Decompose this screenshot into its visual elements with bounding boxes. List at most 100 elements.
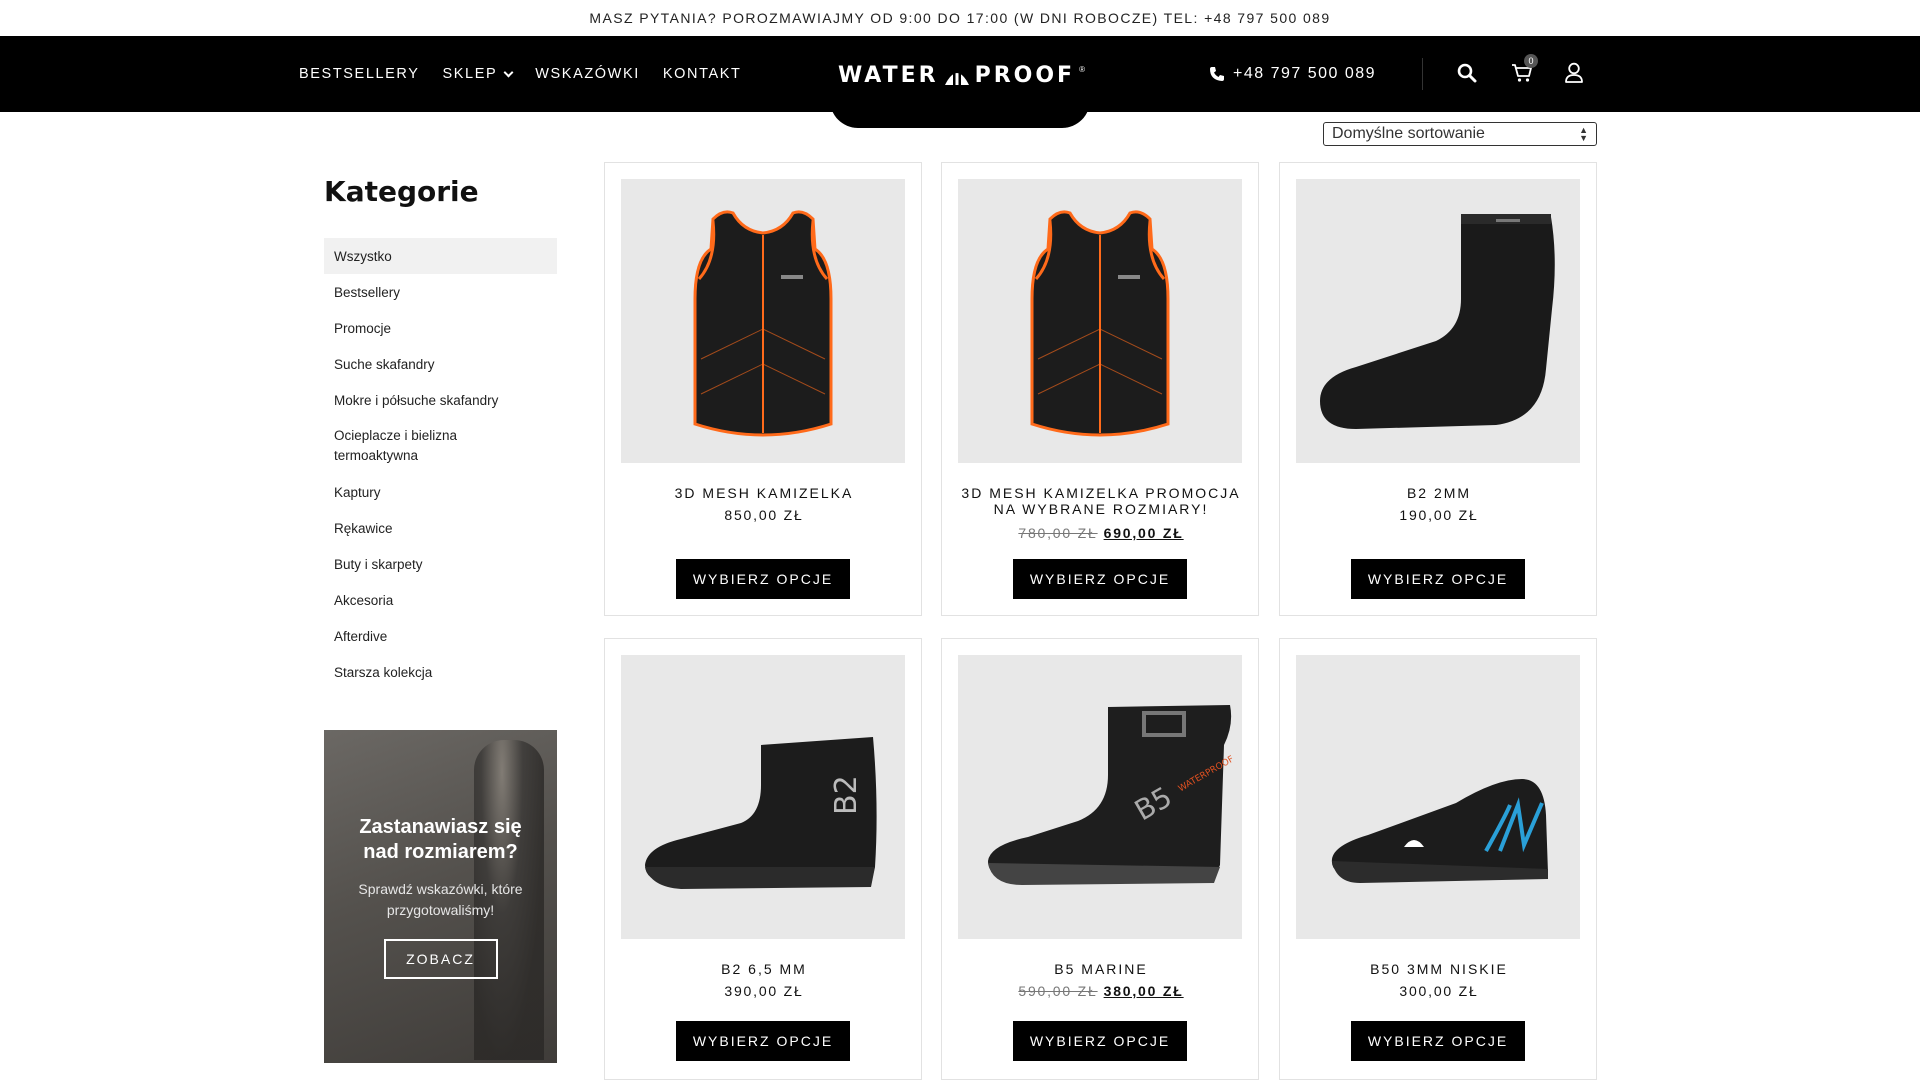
category-item-ocieplacze[interactable]: Ocieplacze i bielizna termoaktywna [324,418,557,474]
category-label: Suche skafandry [334,356,435,372]
choose-options-button[interactable]: WYBIERZ OPCJE [1013,1021,1187,1061]
logo-text-left: WATER [838,62,939,88]
category-item-wszystko[interactable]: Wszystko [324,238,557,274]
account-button[interactable] [1559,58,1589,88]
logo[interactable]: WATER PROOF ® [838,62,1085,88]
product-card: B5 WATERPROOF B5 MARINE 590,00 ZŁ 380,00 … [941,638,1259,1080]
category-item-buty-skarpety[interactable]: Buty i skarpety [324,546,557,582]
svg-text:B2: B2 [829,775,864,815]
search-icon [1457,63,1477,83]
product-name[interactable]: B50 3MM NISKIE [1290,961,1588,977]
category-label: Wszystko [334,248,392,264]
logo-mark-icon [944,71,969,85]
vest-image-icon [693,210,833,437]
choose-options-button[interactable]: WYBIERZ OPCJE [1351,1021,1525,1061]
user-icon [1565,62,1583,83]
header-separator [1422,58,1423,90]
product-image[interactable] [1296,655,1580,939]
logo-tab [830,100,1090,128]
product-name[interactable]: 3D MESH KAMIZELKA PROMOCJA NA WYBRANE RO… [952,485,1250,517]
product-card: B2 B2 6,5 MM 390,00 ZŁ WYBIERZ OPCJE [604,638,922,1080]
sock-image-icon [1320,214,1555,429]
choose-options-button[interactable]: WYBIERZ OPCJE [676,559,850,599]
registered-mark: ® [1079,64,1085,74]
category-label: Afterdive [334,628,388,644]
sort-arrows-icon: ▲ ▼ [1579,125,1588,143]
promo-text: Sprawdź wskazówki, które przygotowaliśmy… [358,881,523,918]
main-nav: BESTSELLERY SKLEP WSKAZÓWKI KONTAKT [299,36,741,112]
category-item-starsza-kolekcja[interactable]: Starsza kolekcja [324,654,557,690]
product-name[interactable]: B2 6,5 MM [615,961,913,977]
price-value: 300,00 ZŁ [1399,983,1479,999]
product-image[interactable] [958,179,1242,463]
product-price: 590,00 ZŁ 380,00 ZŁ [942,983,1260,999]
promo-zobacz-button[interactable]: ZOBACZ [383,939,498,979]
chevron-down-icon [503,67,514,77]
category-item-rekawice[interactable]: Rękawice [324,510,557,546]
category-item-mokre-skafandry[interactable]: Mokre i półsuche skafandry [324,382,557,418]
category-label: Ocieplacze i bielizna termoaktywna [334,428,458,463]
product-card: B50 3MM NISKIE 300,00 ZŁ WYBIERZ OPCJE [1279,638,1597,1080]
product-image[interactable]: B2 [621,655,905,939]
cart-count-badge: 0 [1524,54,1538,68]
category-label: Buty i skarpety [334,556,423,572]
choose-options-button[interactable]: WYBIERZ OPCJE [1013,559,1187,599]
search-button[interactable] [1452,58,1482,88]
category-item-afterdive[interactable]: Afterdive [324,618,557,654]
nav-label: WSKAZÓWKI [535,66,640,82]
product-price: 190,00 ZŁ [1280,507,1598,523]
header-phone[interactable]: +48 797 500 089 [1209,36,1376,112]
category-label: Promocje [334,320,392,336]
category-label: Rękawice [334,520,393,536]
product-card: 3D MESH KAMIZELKA PROMOCJA NA WYBRANE RO… [941,162,1259,616]
choose-options-button[interactable]: WYBIERZ OPCJE [1351,559,1525,599]
boot-image-icon: B2 [645,737,877,889]
product-name[interactable]: B2 2MM [1290,485,1588,501]
size-guide-promo: Zastanawiasz się nad rozmiarem? Sprawdź … [324,730,557,1063]
category-item-bestsellery[interactable]: Bestsellery [324,274,557,310]
logo-text-right: PROOF [974,62,1076,88]
product-price: 390,00 ZŁ [605,983,923,999]
category-label: Starsza kolekcja [334,664,433,680]
category-label: Akcesoria [334,592,394,608]
nav-label: KONTAKT [662,66,742,82]
top-info-text: MASZ PYTANIA? POROZMAWIAJMY OD 9:00 DO 1… [589,10,1331,26]
vest-image-icon [1030,210,1170,437]
product-name[interactable]: B5 MARINE [952,961,1250,977]
category-label: Kaptury [334,484,381,500]
category-label: Mokre i półsuche skafandry [334,392,499,408]
sort-selected-value: Domyślne sortowanie [1332,125,1485,142]
sale-price: 380,00 ZŁ [1103,983,1184,999]
nav-kontakt[interactable]: KONTAKT [663,66,742,82]
categories-title: Kategorie [324,175,479,208]
sale-price: 690,00 ZŁ [1103,525,1184,541]
product-image[interactable] [621,179,905,463]
promo-title: Zastanawiasz się nad rozmiarem? [359,816,522,863]
product-image[interactable]: B5 WATERPROOF [958,655,1242,939]
nav-wskazowki[interactable]: WSKAZÓWKI [535,66,640,82]
old-price: 590,00 ZŁ [1018,983,1098,999]
sort-select[interactable]: Domyślne sortowanie ▲ ▼ [1323,122,1597,146]
product-card: 3D MESH KAMIZELKA 850,00 ZŁ WYBIERZ OPCJ… [604,162,922,616]
price-value: 190,00 ZŁ [1399,507,1479,523]
top-info-bar: MASZ PYTANIA? POROZMAWIAJMY OD 9:00 DO 1… [0,0,1920,36]
category-item-suche-skafandry[interactable]: Suche skafandry [324,346,557,382]
category-item-promocje[interactable]: Promocje [324,310,557,346]
phone-number: +48 797 500 089 [1233,65,1377,82]
phone-icon [1210,67,1224,81]
nav-bestsellery[interactable]: BESTSELLERY [299,66,420,82]
choose-options-button[interactable]: WYBIERZ OPCJE [676,1021,850,1061]
category-label: Bestsellery [334,284,401,300]
product-price: 850,00 ZŁ [605,507,923,523]
boot-image-icon: B5 WATERPROOF [988,705,1236,885]
price-value: 390,00 ZŁ [724,983,804,999]
product-name[interactable]: 3D MESH KAMIZELKA [615,485,913,501]
category-item-akcesoria[interactable]: Akcesoria [324,582,557,618]
old-price: 780,00 ZŁ [1018,525,1098,541]
price-value: 850,00 ZŁ [724,507,804,523]
category-item-kaptury[interactable]: Kaptury [324,474,557,510]
product-card: B2 2MM 190,00 ZŁ WYBIERZ OPCJE [1279,162,1597,616]
product-price: 300,00 ZŁ [1280,983,1598,999]
nav-sklep[interactable]: SKLEP [443,66,514,82]
product-image[interactable] [1296,179,1580,463]
